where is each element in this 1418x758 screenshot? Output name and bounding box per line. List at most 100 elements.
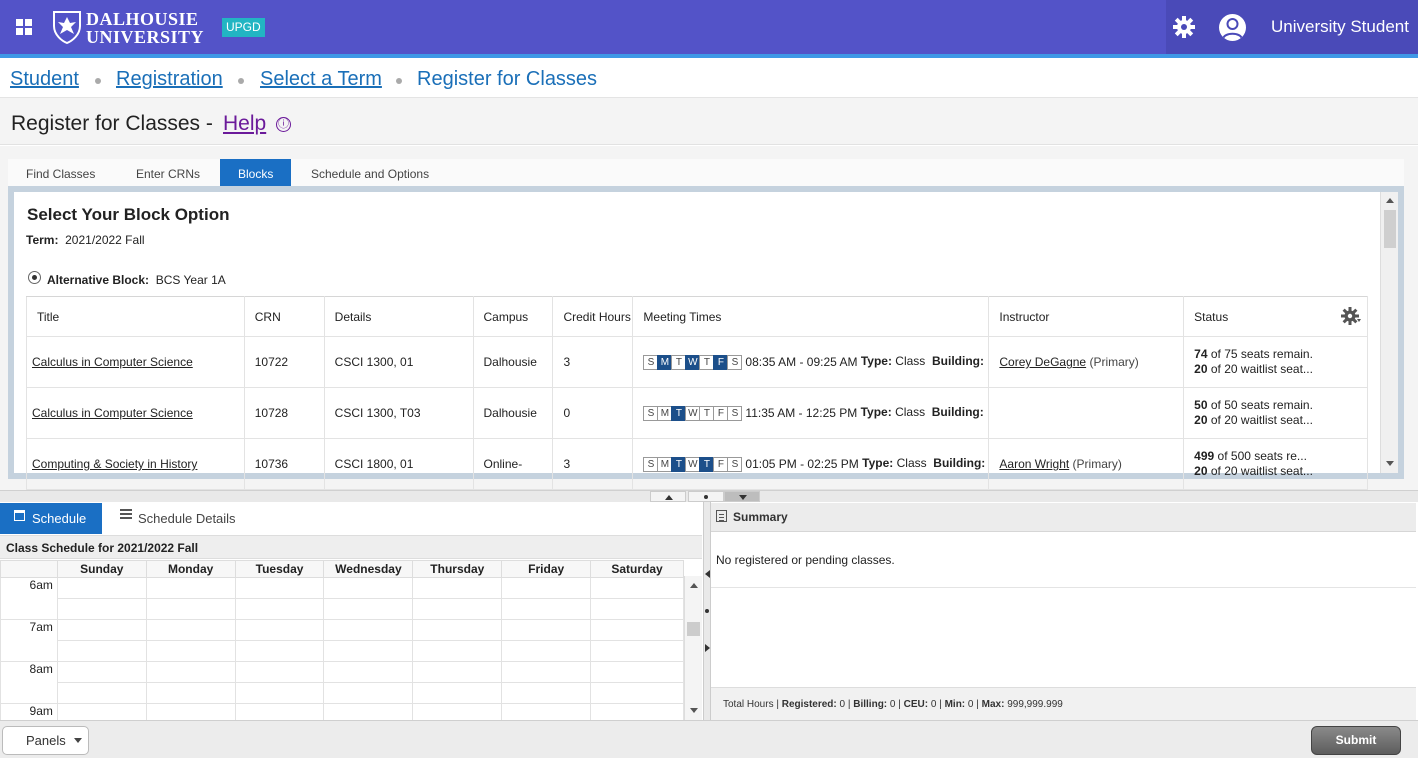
calendar-slot[interactable] xyxy=(234,619,325,641)
calendar-slot[interactable] xyxy=(323,682,414,704)
col-campus[interactable]: Campus xyxy=(472,296,554,337)
calendar-slot[interactable] xyxy=(145,661,236,683)
calendar-slot[interactable] xyxy=(501,577,592,599)
calendar-slot[interactable] xyxy=(501,682,592,704)
table-row[interactable]: Calculus in Computer Science 10722 CSCI 13… xyxy=(26,336,1368,388)
calendar-slot[interactable] xyxy=(590,640,684,662)
cell-credit-hours: 3 xyxy=(552,336,634,388)
calendar-slot[interactable] xyxy=(145,682,236,704)
scroll-up-arrow-icon[interactable] xyxy=(1386,198,1394,203)
calendar-slot[interactable] xyxy=(234,661,325,683)
instructor-link[interactable]: Corey DeGagne xyxy=(999,355,1086,369)
calendar-slot[interactable] xyxy=(590,682,684,704)
submit-button[interactable]: Submit xyxy=(1311,726,1401,755)
time-label: 8am xyxy=(0,661,58,683)
calendar-slot[interactable] xyxy=(56,682,147,704)
calendar-slot[interactable] xyxy=(501,598,592,620)
type-value: Class xyxy=(895,354,926,369)
min-label: Min: xyxy=(944,699,966,710)
calendar-slot[interactable] xyxy=(234,577,325,599)
calendar-slot[interactable] xyxy=(501,640,592,662)
calendar-slot[interactable] xyxy=(56,577,147,599)
weekly-calendar: Sunday Monday Tuesday Wednesday Thursday… xyxy=(0,560,684,746)
right-arrow-icon[interactable] xyxy=(705,644,710,652)
calendar-slot[interactable] xyxy=(56,661,147,683)
tab-enter-crns[interactable]: Enter CRNs xyxy=(118,159,218,186)
tab-blocks[interactable]: Blocks xyxy=(220,159,292,186)
col-crn[interactable]: CRN xyxy=(243,296,325,337)
breadcrumb-separator xyxy=(238,78,244,84)
calendar-slot[interactable] xyxy=(234,640,325,662)
table-row[interactable]: Calculus in Computer Science 10728 CSCI 13… xyxy=(26,387,1368,439)
scroll-thumb[interactable] xyxy=(1384,210,1396,248)
left-arrow-icon[interactable] xyxy=(705,570,710,578)
table-row[interactable]: Computing & Society in History 10736 CSCI … xyxy=(26,438,1368,490)
university-logo-text[interactable]: DALHOUSIE UNIVERSITY xyxy=(86,10,204,46)
calendar-slot[interactable] xyxy=(323,661,414,683)
class-title-link[interactable]: Computing & Society in History xyxy=(32,457,197,471)
instructor-link[interactable]: Aaron Wright xyxy=(999,457,1069,471)
calendar-slot[interactable] xyxy=(145,619,236,641)
calendar-slot[interactable] xyxy=(323,640,414,662)
calendar-slot[interactable] xyxy=(501,661,592,683)
col-details[interactable]: Details xyxy=(323,296,474,337)
block-panel-scrollbar[interactable] xyxy=(1380,192,1398,473)
calendar-slot[interactable] xyxy=(56,598,147,620)
calendar-slot[interactable] xyxy=(412,577,503,599)
help-link[interactable]: Help xyxy=(223,112,266,136)
calendar-slot[interactable] xyxy=(590,619,684,641)
gear-icon[interactable] xyxy=(1172,15,1196,39)
breadcrumb-select-term[interactable]: Select a Term xyxy=(260,68,382,91)
alternative-block-radio[interactable] xyxy=(28,271,41,284)
splitter-dot-icon[interactable] xyxy=(705,609,709,613)
calendar-slot[interactable] xyxy=(145,598,236,620)
calendar-scroll-up-icon[interactable] xyxy=(690,583,698,588)
tab-schedule-details[interactable]: Schedule Details xyxy=(138,511,236,526)
tab-find-classes[interactable]: Find Classes xyxy=(8,159,113,186)
calendar-slot[interactable] xyxy=(323,619,414,641)
alternative-block-line: Alternative Block: BCS Year 1A xyxy=(47,273,226,287)
splitter-up-button[interactable] xyxy=(650,491,686,502)
calendar-slot[interactable] xyxy=(323,598,414,620)
calendar-slot[interactable] xyxy=(234,598,325,620)
breadcrumb-student[interactable]: Student xyxy=(10,68,79,91)
calendar-slot[interactable] xyxy=(412,661,503,683)
calendar-slot[interactable] xyxy=(501,619,592,641)
meeting-day: W xyxy=(685,457,701,472)
calendar-slot[interactable] xyxy=(145,640,236,662)
calendar-slot[interactable] xyxy=(412,640,503,662)
splitter-middle-button[interactable] xyxy=(688,491,724,502)
col-title[interactable]: Title xyxy=(26,296,245,337)
calendar-scroll-down-icon[interactable] xyxy=(690,708,698,713)
calendar-slot[interactable] xyxy=(412,682,503,704)
calendar-scrollbar[interactable] xyxy=(684,576,702,720)
calendar-slot[interactable] xyxy=(323,577,414,599)
column-settings-gear-icon[interactable] xyxy=(1341,306,1361,326)
info-icon[interactable]: ⓘ xyxy=(276,117,291,132)
calendar-slot[interactable] xyxy=(56,640,147,662)
user-name[interactable]: University Student xyxy=(1271,17,1409,37)
calendar-slot[interactable] xyxy=(234,682,325,704)
col-credit-hours[interactable]: Credit Hours xyxy=(552,296,634,337)
calendar-slot[interactable] xyxy=(590,598,684,620)
calendar-slot[interactable] xyxy=(590,661,684,683)
chevron-down-icon[interactable] xyxy=(74,738,82,743)
calendar-slot[interactable] xyxy=(145,577,236,599)
col-meeting-times[interactable]: Meeting Times xyxy=(632,296,990,337)
splitter-down-button[interactable] xyxy=(724,491,760,502)
scroll-down-arrow-icon[interactable] xyxy=(1386,461,1394,466)
user-avatar-icon[interactable] xyxy=(1219,14,1246,41)
col-status[interactable]: Status xyxy=(1183,296,1368,337)
calendar-slot[interactable] xyxy=(56,619,147,641)
class-title-link[interactable]: Calculus in Computer Science xyxy=(32,406,193,420)
class-title-link[interactable]: Calculus in Computer Science xyxy=(32,355,193,369)
breadcrumb-registration[interactable]: Registration xyxy=(116,68,223,91)
calendar-slot[interactable] xyxy=(412,598,503,620)
vertical-splitter[interactable] xyxy=(703,502,711,720)
col-instructor[interactable]: Instructor xyxy=(988,296,1185,337)
calendar-slot[interactable] xyxy=(412,619,503,641)
apps-grid-icon[interactable] xyxy=(16,19,32,35)
calendar-scroll-thumb[interactable] xyxy=(687,622,700,636)
calendar-slot[interactable] xyxy=(590,577,684,599)
tab-schedule-options[interactable]: Schedule and Options xyxy=(293,159,447,186)
